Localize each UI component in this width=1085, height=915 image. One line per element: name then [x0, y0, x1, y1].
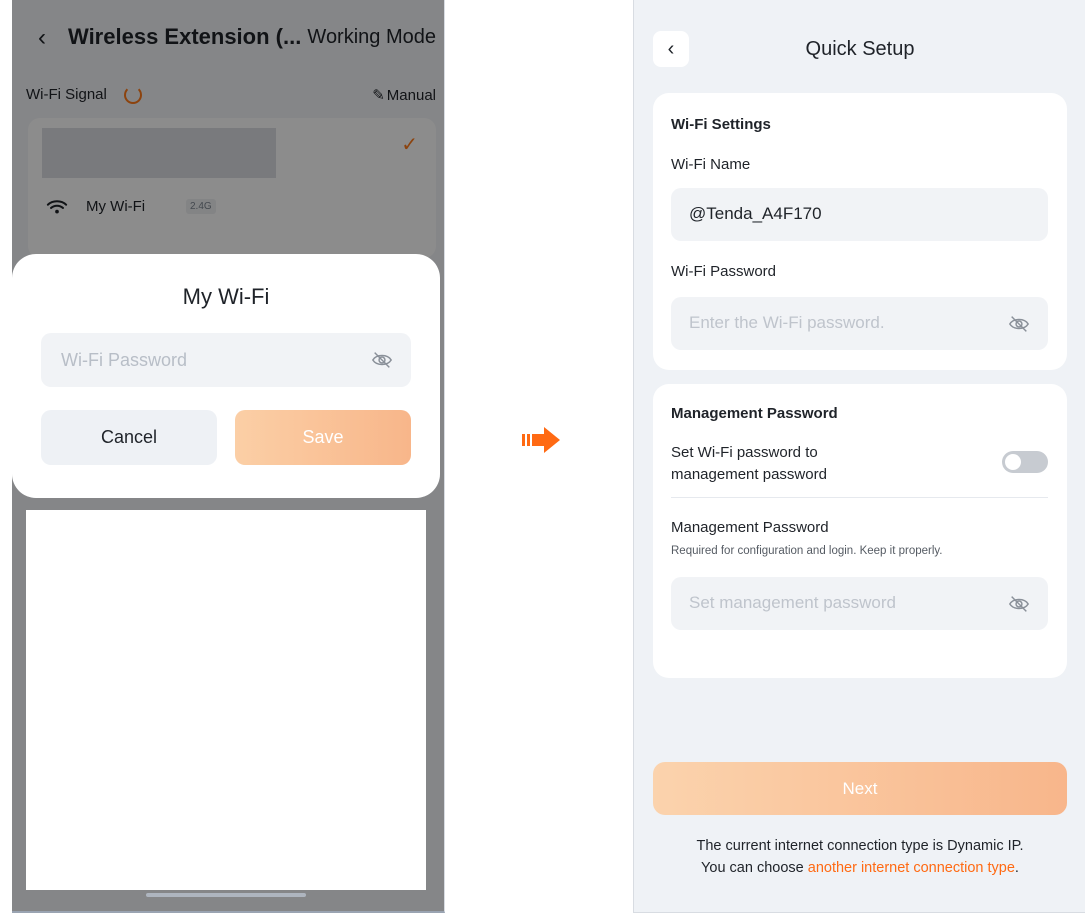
next-button[interactable]: Next [653, 762, 1067, 815]
choice-suffix: . [1014, 860, 1019, 876]
management-password-card: Management Password Set Wi-Fi password t… [653, 384, 1067, 678]
wifi-settings-title: Wi-Fi Settings [671, 116, 771, 133]
wifi-name-label: Wi-Fi Name [671, 156, 751, 173]
toggle-knob [1005, 454, 1021, 470]
management-section-title: Management Password [671, 405, 838, 422]
password-dialog: My Wi-Fi Wi-Fi Password Cancel Save [12, 254, 440, 498]
page-title: Quick Setup [805, 38, 915, 60]
left-phone-screen: ‹ Wireless Extension (... Working Mode W… [12, 0, 445, 913]
same-password-toggle[interactable] [1002, 451, 1048, 473]
save-button[interactable]: Save [235, 410, 411, 465]
management-password-placeholder: Set management password [689, 593, 896, 612]
wifi-password-placeholder: Enter the Wi-Fi password. [689, 313, 885, 332]
comparison-stage: ‹ Wireless Extension (... Working Mode W… [0, 0, 1085, 915]
management-password-hint: Required for configuration and login. Ke… [671, 545, 943, 557]
connection-type-note: The current internet connection type is … [634, 835, 1085, 879]
wifi-password-input[interactable]: Enter the Wi-Fi password. [671, 297, 1048, 350]
eye-off-icon[interactable] [1008, 313, 1030, 335]
management-password-label: Management Password [671, 519, 829, 536]
flow-arrow-icon [522, 427, 560, 453]
eye-off-icon[interactable] [1008, 593, 1030, 615]
password-placeholder: Wi-Fi Password [61, 350, 188, 370]
cancel-button[interactable]: Cancel [41, 410, 217, 465]
wifi-name-input[interactable]: @Tenda_A4F170 [671, 188, 1048, 241]
wifi-password-label: Wi-Fi Password [671, 263, 777, 280]
divider [671, 497, 1048, 498]
keyboard-area [26, 510, 426, 890]
choice-prefix: You can choose [701, 860, 808, 876]
home-indicator [146, 893, 306, 897]
management-password-input[interactable]: Set management password [671, 577, 1048, 630]
right-phone-screen: ‹ Quick Setup Wi-Fi Settings Wi-Fi Name … [633, 0, 1085, 913]
toggle-label: Set Wi-Fi password to management passwor… [671, 444, 827, 483]
wifi-settings-card: Wi-Fi Settings Wi-Fi Name @Tenda_A4F170 … [653, 93, 1067, 370]
connection-choice-line: You can choose another internet connecti… [634, 857, 1085, 879]
wifi-name-value: @Tenda_A4F170 [689, 204, 822, 223]
wifi-password-input[interactable]: Wi-Fi Password [41, 333, 411, 387]
eye-off-icon[interactable] [371, 349, 393, 371]
connection-type-link[interactable]: another internet connection type [808, 860, 1015, 876]
dialog-title: My Wi-Fi [182, 284, 270, 309]
connection-type-line: The current internet connection type is … [696, 838, 1024, 854]
